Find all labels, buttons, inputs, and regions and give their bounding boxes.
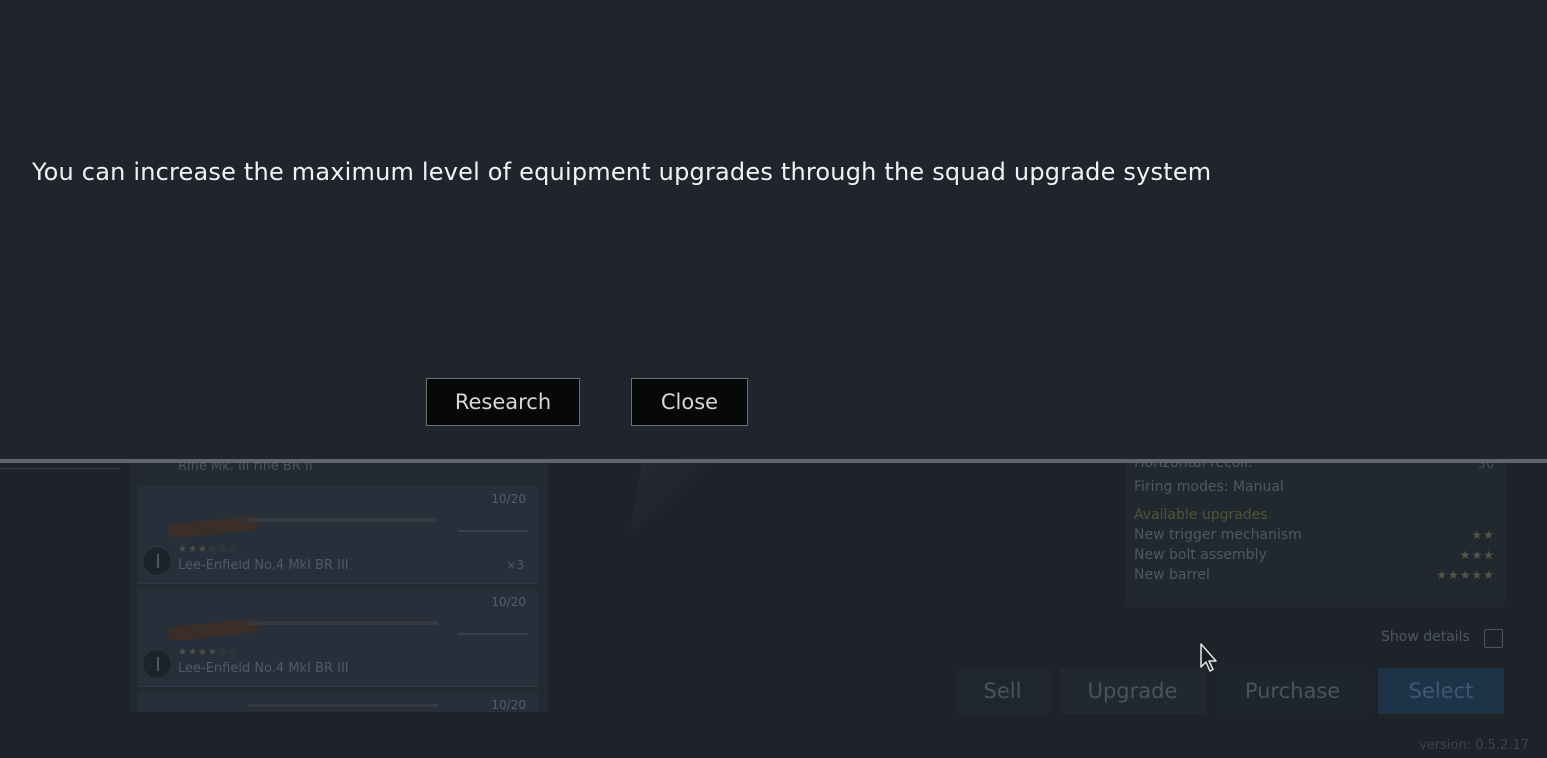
rifle-icon [167,515,438,539]
weapon-name: Lee-Enfield No.4 MkI BR III [178,558,349,573]
upgrade-stars: ★★★★★ [1436,568,1495,582]
close-button[interactable]: Close [631,378,748,426]
upgrade-stars: ★★★ [1459,548,1495,562]
dialog-message: You can increase the maximum level of eq… [32,158,1212,186]
sell-button[interactable]: Sell [955,668,1050,714]
ammo-count: 10/20 [491,595,526,609]
research-button[interactable]: Research [426,378,580,426]
upgrade-item: New trigger mechanism [1134,527,1302,543]
upgrades-header: Available upgrades [1134,507,1268,523]
weapon-name: Lee-Enfield No.4 MkI BR III [178,661,349,676]
show-details-checkbox[interactable] [1484,629,1503,648]
weapon-stats-panel: Horizontal recoil: 30 Firing modes: Manu… [1125,455,1505,607]
version-label: version: 0.5.2.17 [1419,738,1529,753]
weapon-card[interactable]: 10/20 ★★★☆☆☆ Lee-Enfield No.4 MkI BR III… [138,486,538,584]
ammo-count: 10/20 [491,698,526,712]
weapon-count: ×3 [506,558,524,572]
mouse-cursor-icon [1200,643,1217,672]
upgrade-stars: ★★ [1471,528,1495,542]
weapon-list: Rifle Mk. III rifle BR II 10/20 ★★★☆☆☆ L… [130,462,548,712]
select-button[interactable]: Select [1378,668,1504,714]
left-tab-stub [0,462,120,469]
stat-firing-modes: Firing modes: Manual [1134,479,1284,495]
rifle-icon [167,618,438,642]
upgrade-info-dialog: You can increase the maximum level of eq… [0,0,1547,459]
weapon-preview-shadow [629,462,720,534]
rating-stars: ★★★★☆☆ [178,647,238,658]
show-details-label: Show details [1381,629,1470,645]
weapon-card[interactable]: 10/20 [138,692,538,712]
upgrade-item: New barrel [1134,567,1210,583]
ammo-count: 10/20 [491,492,526,506]
weapon-list-top-label: Rifle Mk. III rifle BR II [178,462,313,474]
dialog-bottom-divider [0,459,1547,463]
upgrade-button[interactable]: Upgrade [1060,668,1205,714]
weapon-card[interactable]: 10/20 ★★★★☆☆ Lee-Enfield No.4 MkI BR III [138,589,538,687]
info-icon[interactable] [142,546,172,576]
upgrade-item: New bolt assembly [1134,547,1267,563]
info-icon[interactable] [142,649,172,679]
rating-stars: ★★★☆☆☆ [178,544,238,555]
purchase-button[interactable]: Purchase [1215,668,1370,714]
